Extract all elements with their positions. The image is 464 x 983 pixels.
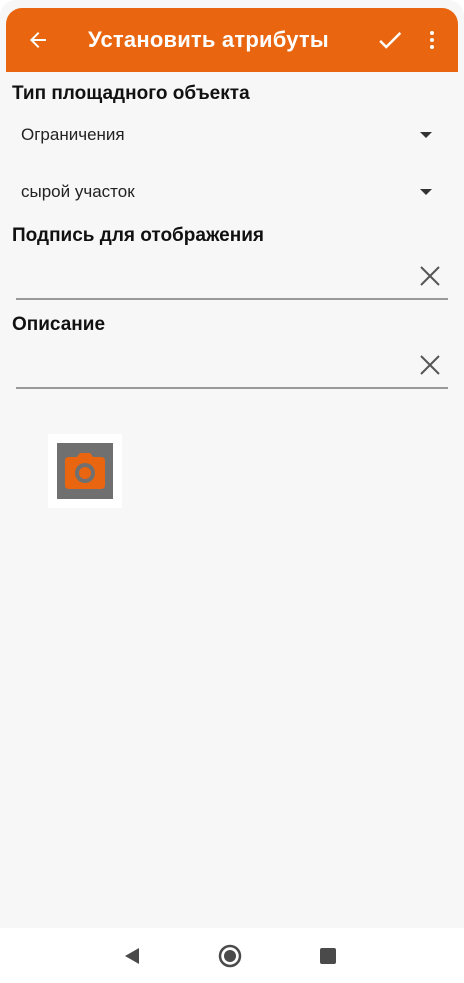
clear-description-icon[interactable] [418, 353, 442, 377]
nav-back-icon [125, 947, 139, 964]
dropdown-arrow-icon [420, 132, 432, 138]
add-photo-button[interactable] [48, 434, 122, 508]
save-button[interactable] [370, 20, 410, 60]
dropdown-arrow-icon [420, 189, 432, 195]
caption-field [16, 254, 448, 300]
description-field [16, 343, 448, 389]
check-icon [379, 32, 402, 49]
more-vert-icon [430, 31, 434, 49]
screen: Установить атрибуты Тип площадного объек… [0, 0, 464, 983]
caption-label: Подпись для отображения [12, 225, 264, 246]
subtype-value: сырой участок [21, 182, 135, 201]
caption-input[interactable] [16, 254, 410, 298]
photo-thumbnail [57, 443, 113, 499]
nav-recent-button[interactable] [303, 928, 353, 983]
description-input[interactable] [16, 343, 410, 387]
nav-recent-icon [320, 947, 336, 964]
form-content: Тип площадного объекта Ограничения сырой… [0, 72, 464, 928]
camera-icon [65, 453, 105, 489]
nav-home-icon [218, 944, 242, 967]
category-value: Ограничения [21, 125, 125, 144]
subtype-dropdown[interactable]: сырой участок [14, 170, 450, 214]
back-arrow-icon [30, 32, 46, 48]
object-type-label: Тип площадного объекта [12, 83, 250, 104]
description-label: Описание [12, 314, 106, 335]
nav-back-button[interactable] [107, 928, 157, 983]
page-title: Установить атрибуты [88, 27, 329, 52]
nav-home-button[interactable] [205, 928, 255, 983]
more-options-button[interactable] [412, 20, 452, 60]
system-nav-bar [0, 928, 464, 983]
clear-caption-icon[interactable] [418, 264, 442, 288]
back-button[interactable] [18, 20, 58, 60]
category-dropdown[interactable]: Ограничения [14, 113, 450, 157]
app-bar: Установить атрибуты [6, 8, 458, 72]
